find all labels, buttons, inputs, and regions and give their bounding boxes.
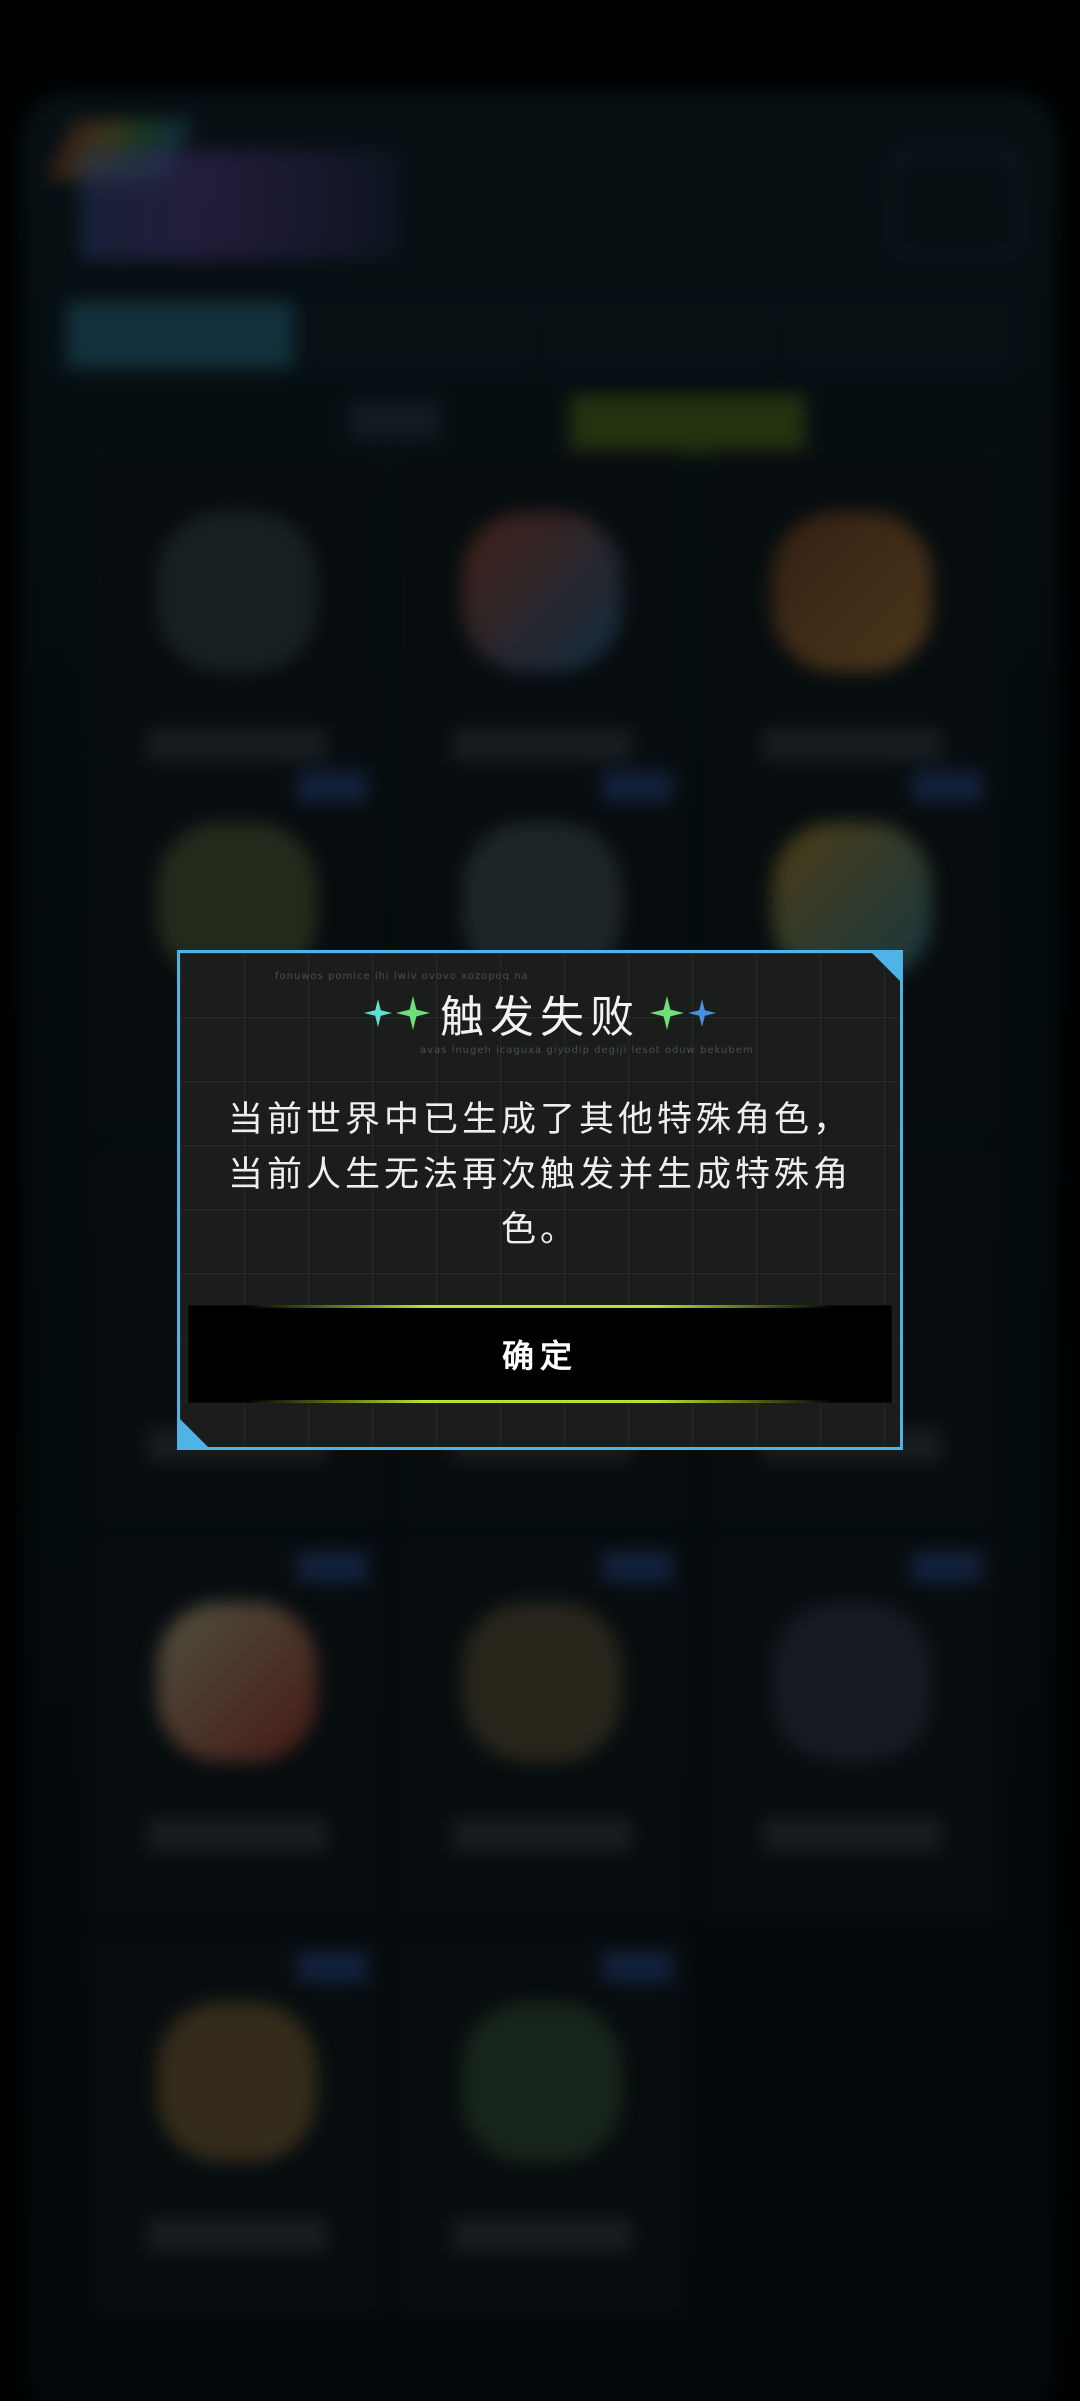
- trigger-failed-dialog: fonuwos pomice ihi lwiv ovovo xozopoq na…: [177, 950, 903, 1450]
- green-sparkle-icon: [650, 996, 684, 1030]
- decorative-text: avas lnugeh icaguxa giyodip degiji lesot…: [420, 1045, 754, 1056]
- dialog-corner-decoration: [871, 952, 901, 982]
- dialog-message: 当前世界中已生成了其他特殊角色，当前人生无法再次触发并生成特殊角色。: [227, 1100, 852, 1250]
- dialog-title: 触发失败: [440, 992, 640, 1043]
- game-screen: fonuwos pomice ihi lwiv ovovo xozopoq na…: [0, 0, 1080, 2401]
- blue-sparkle-icon: [688, 999, 716, 1027]
- confirm-button-label: 确定: [501, 1337, 578, 1375]
- dialog-title-row: 触发失败: [180, 983, 900, 1043]
- dialog-corner-decoration: [179, 1418, 209, 1448]
- green-sparkle-icon: [396, 996, 430, 1030]
- confirm-button[interactable]: 确定: [188, 1305, 892, 1403]
- cyan-sparkle-icon: [364, 999, 392, 1027]
